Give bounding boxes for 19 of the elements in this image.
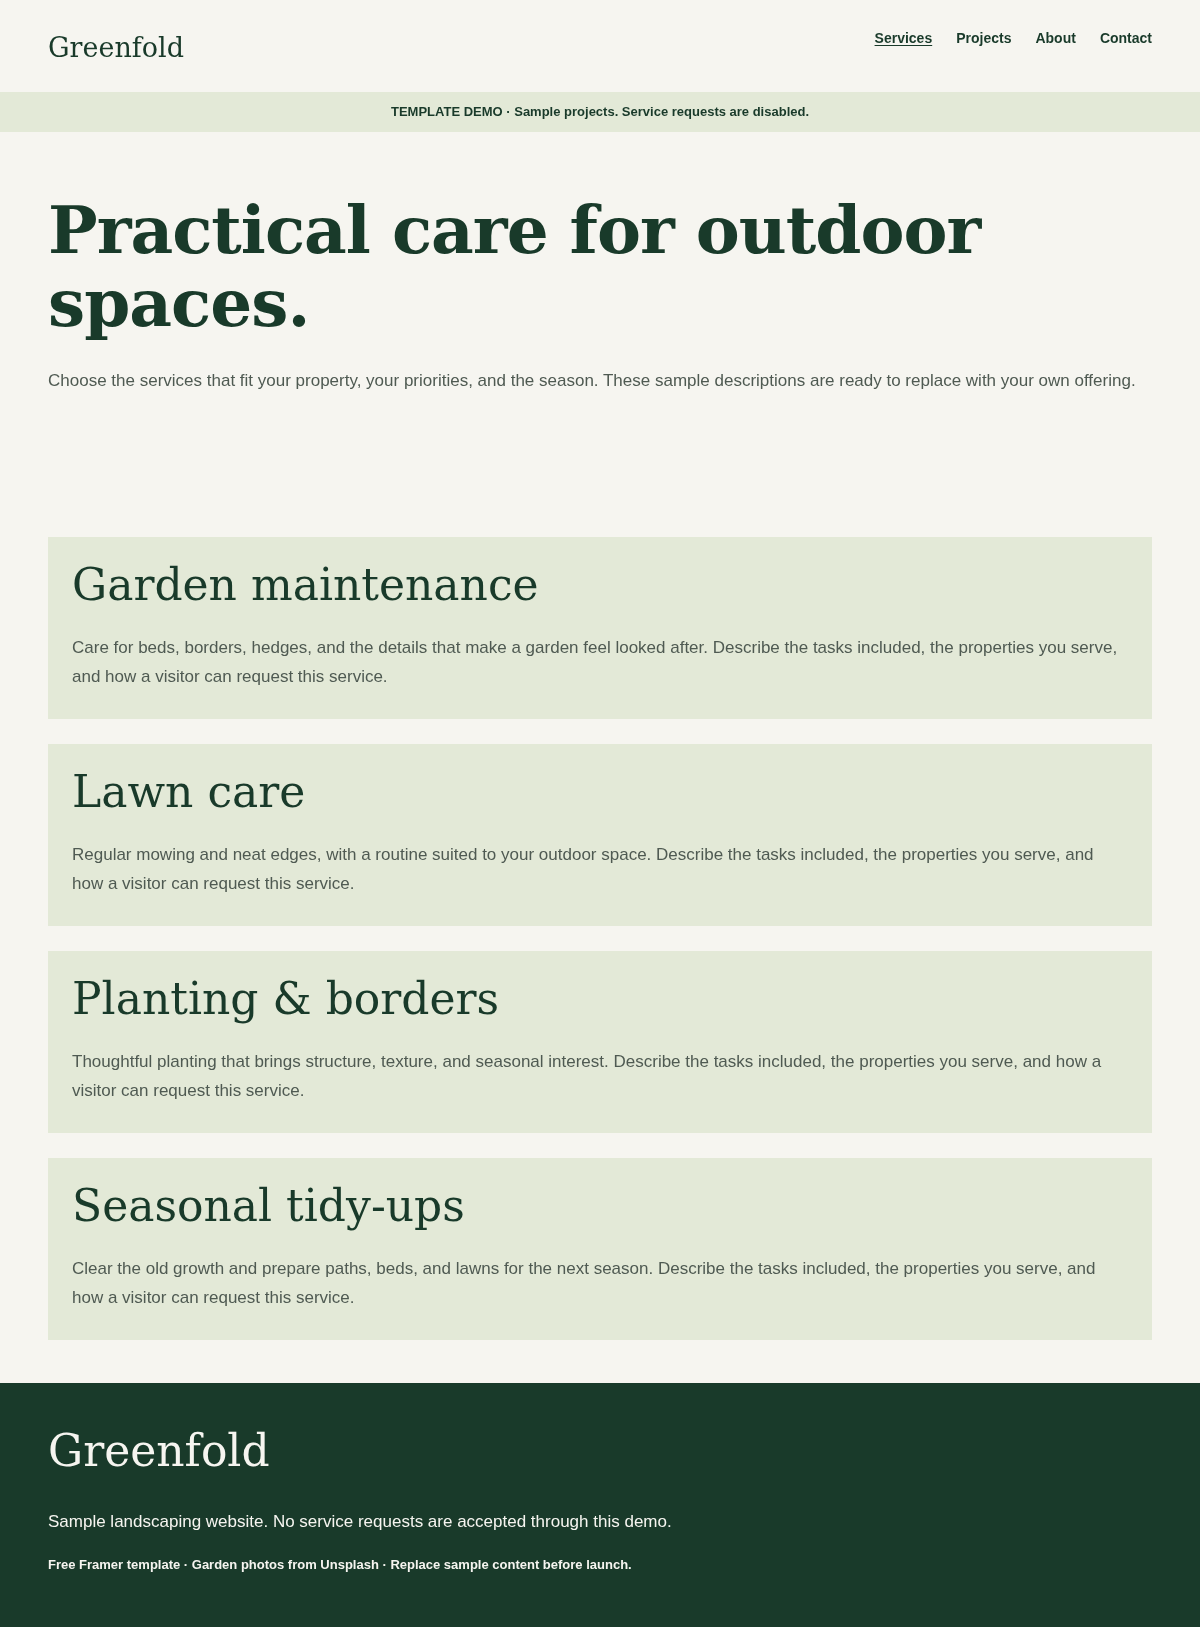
- hero-intro: Choose the services that fit your property, your priorities, and the season. These sample descriptions are ready to replace with your own offering.: [48, 370, 1137, 393]
- service-description: Regular mowing and neat edges, with a routine suited to your outdoor space. Describe the tasks included, the properties you serve, and how a visitor can request this service.: [72, 844, 1095, 896]
- service-title: Garden maintenance: [72, 558, 540, 613]
- footer-logo: Greenfold: [48, 1424, 270, 1478]
- service-description: Thoughtful planting that brings structure, texture, and seasonal interest. Describe the tasks included, the properties you serve, and how a visitor can request this service.: [72, 1051, 1103, 1103]
- hero-title: Practical care for outdoor spaces.: [48, 194, 983, 340]
- nav-link[interactable]: Services: [874, 28, 933, 49]
- nav-link[interactable]: Contact: [1099, 28, 1152, 49]
- service-description: Care for beds, borders, hedges, and the details that make a garden feel looked after. Describe the tasks included, the properties you serve, and how a visitor can request this service.: [72, 637, 1119, 689]
- footer-credits: Free Framer template · Garden photos from Unsplash · Replace sample content before launch.: [48, 1555, 632, 1574]
- service-title: Lawn care: [72, 765, 307, 820]
- demo-banner: TEMPLATE DEMO · Sample projects. Service requests are disabled.: [0, 92, 1200, 132]
- nav-link[interactable]: About: [1035, 28, 1076, 49]
- footer-tagline: Sample landscaping website. No service requests are accepted through this demo.: [48, 1511, 672, 1533]
- site-logo[interactable]: Greenfold: [48, 28, 184, 69]
- nav-link[interactable]: Projects: [956, 28, 1012, 49]
- service-title: Seasonal tidy-ups: [72, 1179, 466, 1234]
- service-description: Clear the old growth and prepare paths, beds, and lawns for the next season. Describe the tasks included, the properties you serve, and how a visitor can request this service.: [72, 1258, 1097, 1310]
- service-title: Planting & borders: [72, 972, 501, 1027]
